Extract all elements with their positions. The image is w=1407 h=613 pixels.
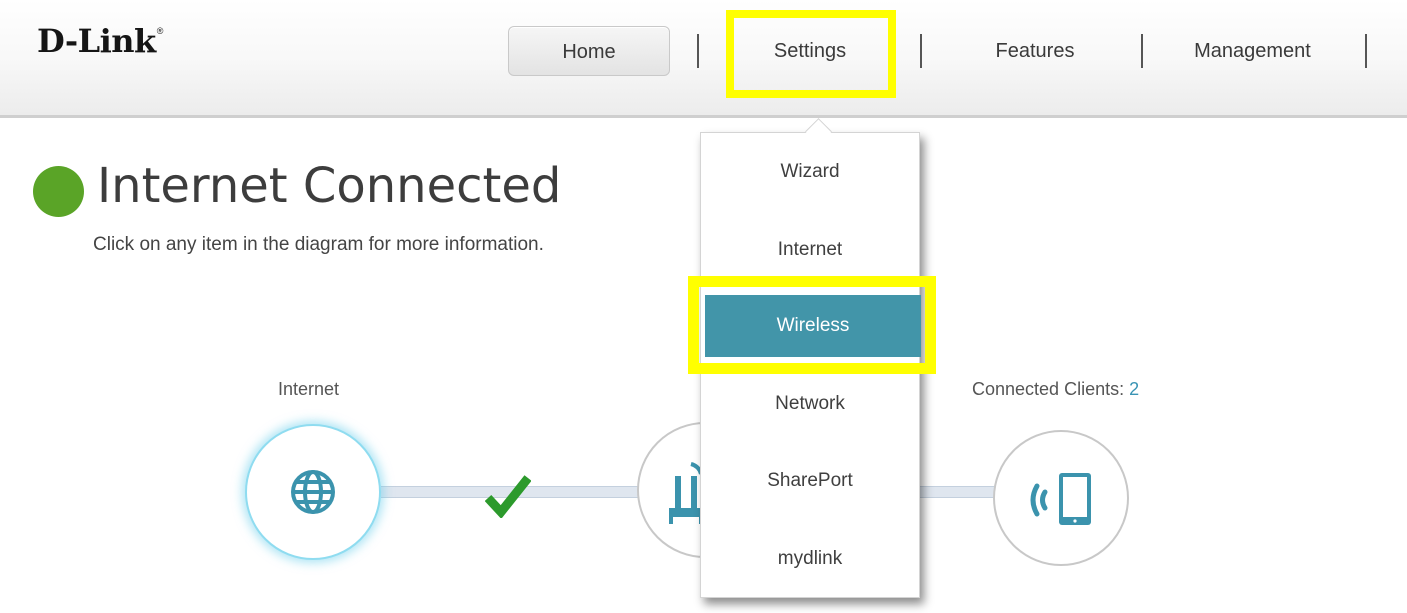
menu-item-internet[interactable]: Internet	[701, 219, 919, 281]
nav-separator	[920, 34, 922, 68]
connection-status-dot	[33, 166, 84, 217]
connected-clients-text: Connected Clients:	[972, 379, 1130, 399]
nav-separator	[697, 34, 699, 68]
diagram-hint: Click on any item in the diagram for mor…	[93, 234, 544, 255]
nav-home[interactable]: Home	[508, 26, 670, 76]
dlink-logo[interactable]: D-Link®	[37, 22, 163, 60]
internet-node[interactable]	[245, 424, 381, 560]
page-title: Internet Connected	[97, 158, 562, 214]
connected-clients-label: Connected Clients: 2	[972, 379, 1139, 400]
wireless-highlight-box	[688, 276, 936, 374]
menu-item-mydlink[interactable]: mydlink	[701, 528, 919, 590]
connected-clients-count[interactable]: 2	[1129, 379, 1139, 399]
internet-label: Internet	[278, 379, 340, 399]
top-header: D-Link® Home Settings Features Managemen…	[0, 0, 1407, 118]
menu-item-wizard[interactable]: Wizard	[701, 141, 919, 203]
nav-features[interactable]: Features	[965, 26, 1105, 76]
settings-highlight-box	[726, 10, 896, 98]
wireless-tablet-icon	[1030, 473, 1091, 525]
nav-separator	[1365, 34, 1367, 68]
check-icon	[485, 475, 531, 518]
connected-clients-node[interactable]	[993, 430, 1129, 566]
globe-icon	[291, 470, 335, 514]
menu-item-shareport[interactable]: SharePort	[701, 450, 919, 512]
menu-item-network[interactable]: Network	[701, 373, 919, 435]
nav-management[interactable]: Management	[1175, 26, 1330, 76]
nav-separator	[1141, 34, 1143, 68]
